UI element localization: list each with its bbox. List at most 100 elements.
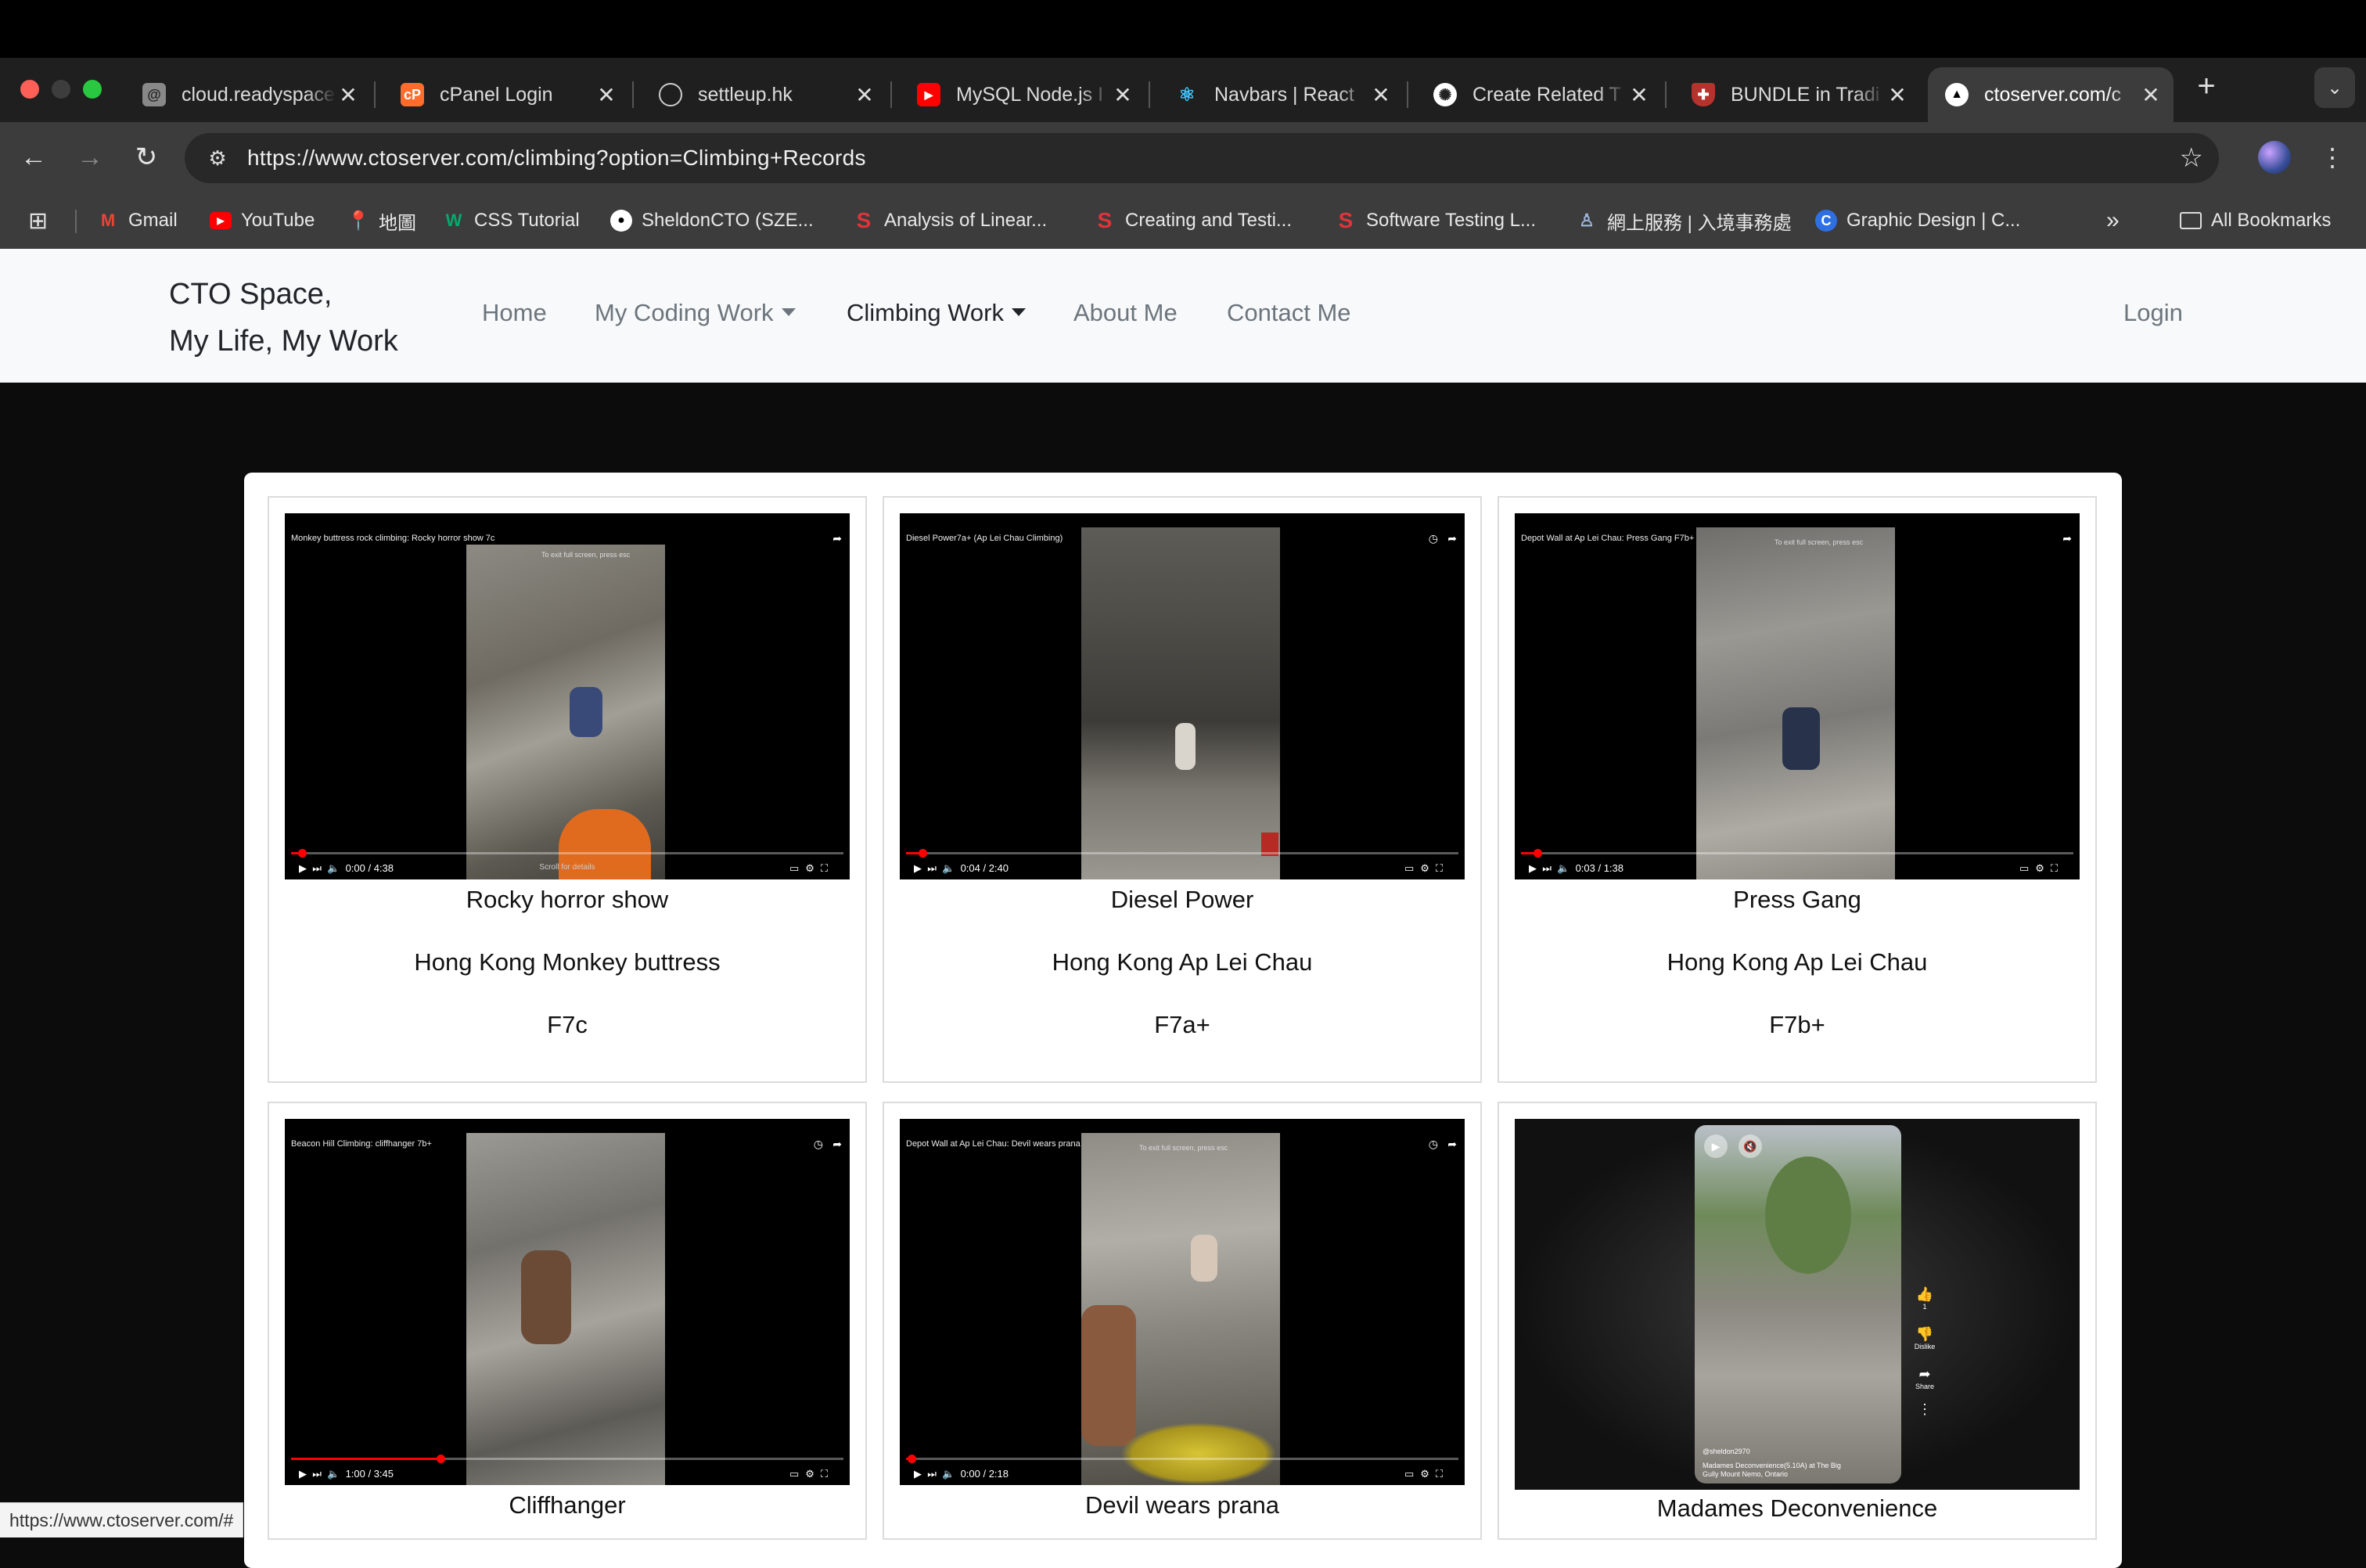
close-icon[interactable]: ✕ [2139, 82, 2163, 108]
browser-tab[interactable]: ⚛ Navbars | React ✕ [1158, 67, 1404, 122]
close-icon[interactable]: ✕ [853, 82, 876, 108]
share-icon[interactable]: ➦ [832, 532, 842, 545]
clock-icon[interactable]: ◷ [1429, 1138, 1438, 1151]
nav-about-me[interactable]: About Me [1073, 299, 1178, 327]
video-frame-thumbnail: To exit full screen, press esc [466, 545, 665, 879]
nav-home[interactable]: Home [482, 299, 547, 327]
browser-tab[interactable]: cP cPanel Login ✕ [383, 67, 629, 122]
video-player[interactable]: Diesel Power7a+ (Ap Lei Chau Climbing) ◷… [900, 513, 1465, 879]
video-controls[interactable]: ▶ ⏭ 🔈 1:00 / 3:45 [299, 1468, 394, 1480]
window-minimize-dot[interactable] [52, 80, 70, 99]
browser-tab[interactable]: ✚ BUNDLE in Tradi ✕ [1674, 67, 1920, 122]
bookmark-canva[interactable]: C Graphic Design | C... [1815, 207, 2020, 235]
address-bar-url[interactable]: https://www.ctoserver.com/climbing?optio… [247, 146, 866, 171]
clock-icon[interactable]: ◷ [814, 1138, 823, 1151]
video-player[interactable]: Beacon Hill Climbing: cliffhanger 7b+ ◷ … [285, 1119, 850, 1485]
video-settings-icons[interactable]: ▭⚙⛶ [789, 1468, 834, 1480]
short-video-player[interactable]: ▶ 🔇 @sheldon2970 Madames Deconvenience(5… [1515, 1119, 2080, 1490]
maps-icon: 📍 [347, 210, 370, 232]
share-icon[interactable]: ➦ [1447, 1138, 1457, 1151]
react-bootstrap-icon: ⚛ [1178, 84, 1196, 106]
browser-tab-active[interactable]: ▲ ctoserver.com/c ✕ [1928, 67, 2174, 122]
scribd-icon: S [1338, 208, 1354, 232]
video-controls[interactable]: ▶ ⏭ 🔈 0:04 / 2:40 [914, 862, 1009, 875]
forward-arrow-icon[interactable]: → [72, 139, 108, 175]
tab-separator [374, 81, 376, 108]
browser-menu-kebab-icon[interactable]: ⋮ [2320, 138, 2345, 177]
nav-login[interactable]: Login [2123, 299, 2183, 327]
apps-grid-icon[interactable]: ⊞ [28, 207, 48, 235]
bookmark-immigration[interactable]: ♙ 網上服務 | 入境事務處 [1576, 207, 1791, 235]
nav-climbing-work[interactable]: Climbing Work [847, 299, 1026, 327]
bookmark-label: Software Testing L... [1366, 210, 1537, 231]
video-player[interactable]: Depot Wall at Ap Lei Chau: Devil wears p… [900, 1119, 1465, 1485]
video-controls[interactable]: ▶ ⏭ 🔈 0:03 / 1:38 [1529, 862, 1623, 875]
more-options-icon[interactable]: ⋮ [1911, 1401, 1939, 1418]
bookmark-github[interactable]: ● SheldonCTO (SZE... [610, 207, 814, 235]
nav-contact-me[interactable]: Contact Me [1227, 299, 1351, 327]
video-player[interactable]: Depot Wall at Ap Lei Chau: Press Gang F7… [1515, 513, 2080, 879]
close-icon[interactable]: ✕ [1886, 82, 1909, 108]
video-controls[interactable]: ▶ ⏭ 🔈 0:00 / 2:18 [914, 1468, 1009, 1480]
bookmark-css-tutorial[interactable]: W CSS Tutorial [443, 207, 580, 235]
screen-top-bezel [0, 0, 2366, 58]
back-arrow-icon[interactable]: ← [16, 139, 52, 175]
video-progress-bar[interactable] [906, 1455, 1458, 1463]
video-settings-icons[interactable]: ▭⚙⛶ [2019, 862, 2064, 875]
new-tab-plus-icon[interactable]: + [2188, 67, 2225, 105]
site-brand[interactable]: CTO Space, My Life, My Work [169, 271, 398, 365]
tree-foliage [1765, 1156, 1851, 1274]
close-icon[interactable]: ✕ [1627, 82, 1651, 108]
bookmark-gmail[interactable]: M Gmail [97, 207, 178, 235]
browser-tab[interactable]: ▶ MySQL Node.js I ✕ [900, 67, 1145, 122]
bookmark-scribd-1[interactable]: S Analysis of Linear... [853, 207, 1047, 235]
nav-my-coding-work[interactable]: My Coding Work [595, 299, 796, 327]
climb-location: Hong Kong Monkey buttress [414, 948, 721, 976]
site-settings-icon[interactable]: ⚙ [202, 142, 233, 174]
video-title: Depot Wall at Ap Lei Chau: Press Gang F7… [1521, 534, 1695, 543]
browser-tab[interactable]: ✺ Create Related T ✕ [1416, 67, 1662, 122]
video-progress-bar[interactable] [906, 849, 1458, 858]
bookmark-maps[interactable]: 📍 地圖 [347, 207, 416, 235]
close-icon[interactable]: ✕ [1111, 82, 1134, 108]
share-icon[interactable]: ➦ [1911, 1366, 1939, 1383]
share-icon[interactable]: ➦ [2062, 532, 2072, 545]
short-actions: 👍 1 👎 Dislike ➦ Share ⋮ [1911, 1286, 1939, 1418]
window-zoom-dot[interactable] [83, 80, 102, 99]
dislike-icon[interactable]: 👎 [1911, 1326, 1939, 1343]
profile-avatar[interactable] [2258, 141, 2291, 174]
browser-tab[interactable]: @ cloud.readyspace ✕ [125, 67, 371, 122]
play-icon[interactable]: ▶ [1704, 1135, 1728, 1158]
mute-icon[interactable]: 🔇 [1739, 1135, 1762, 1158]
browser-tab[interactable]: settleup.hk ✕ [642, 67, 887, 122]
video-progress-bar[interactable] [1521, 849, 2073, 858]
tab-search-chevron-icon[interactable]: ⌄ [2314, 67, 2355, 108]
close-icon[interactable]: ✕ [595, 82, 618, 108]
bookmark-star-icon[interactable]: ☆ [2180, 142, 2203, 174]
bookmark-scribd-3[interactable]: S Software Testing L... [1335, 207, 1536, 235]
youtube-icon: ▶ [210, 212, 232, 229]
video-settings-icons[interactable]: ▭⚙⛶ [789, 862, 834, 875]
share-icon[interactable]: ➦ [832, 1138, 842, 1151]
scroll-hint: Scroll for details [539, 863, 595, 872]
video-progress-bar[interactable] [291, 849, 843, 858]
bookmarks-overflow-chevron-icon[interactable]: » [2106, 207, 2120, 235]
close-icon[interactable]: ✕ [336, 82, 360, 108]
window-close-dot[interactable] [20, 80, 39, 99]
share-label: Share [1915, 1383, 1935, 1390]
video-settings-icons[interactable]: ▭⚙⛶ [1404, 862, 1449, 875]
reload-icon[interactable]: ↻ [128, 139, 164, 175]
all-bookmarks-button[interactable]: All Bookmarks [2180, 207, 2331, 235]
bookmark-youtube[interactable]: ▶ YouTube [210, 207, 315, 235]
like-icon[interactable]: 👍 [1911, 1286, 1939, 1303]
clock-icon[interactable]: ◷ [1429, 532, 1438, 545]
video-settings-icons[interactable]: ▭⚙⛶ [1404, 1468, 1449, 1480]
rope-pile [1120, 1422, 1277, 1485]
bookmark-label: YouTube [241, 210, 315, 231]
share-icon[interactable]: ➦ [1447, 532, 1457, 545]
video-player[interactable]: Monkey buttress rock climbing: Rocky hor… [285, 513, 850, 879]
video-progress-bar[interactable] [291, 1455, 843, 1463]
bookmark-scribd-2[interactable]: S Creating and Testi... [1094, 207, 1292, 235]
close-icon[interactable]: ✕ [1369, 82, 1393, 108]
address-bar[interactable]: ⚙ https://www.ctoserver.com/climbing?opt… [185, 133, 2219, 183]
